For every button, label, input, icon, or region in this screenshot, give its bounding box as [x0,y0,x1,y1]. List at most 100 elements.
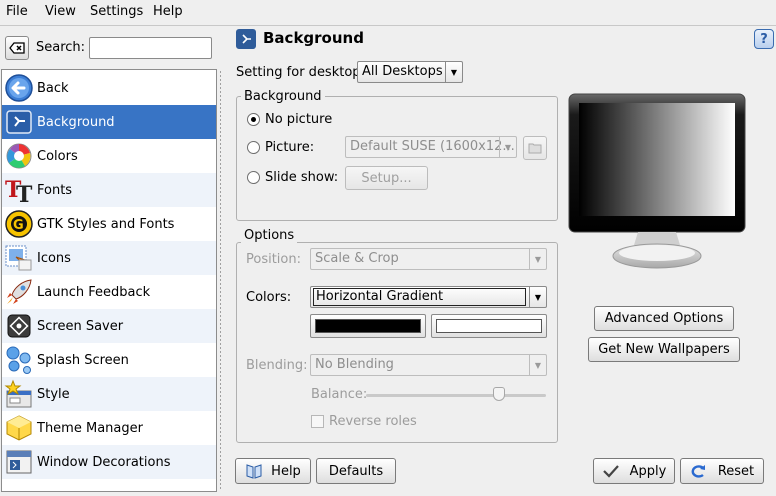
sidebar-item-label: Back [37,80,69,96]
setup-button[interactable]: Setup... [345,166,428,190]
menu-divider [0,25,776,26]
sidebar-item-label: Splash Screen [37,352,129,368]
blending-label: Blending: [246,358,308,373]
back-arrow-icon [3,72,35,104]
whats-this-help-icon[interactable]: ? [754,29,774,49]
blending-select[interactable]: No Blending ▼ [310,354,547,376]
defaults-button[interactable]: Defaults [316,458,396,484]
sidebar-item-label: Launch Feedback [37,284,151,300]
blending-select-value: No Blending [315,357,394,372]
sidebar-list: Back Background Colors TT Fonts G GTK St… [1,69,217,492]
no-picture-label[interactable]: No picture [265,112,332,127]
chevron-down-icon: ▼ [529,355,546,375]
help-button-label: Help [271,463,301,479]
reverse-roles-checkbox[interactable] [311,415,324,428]
browse-picture-button[interactable] [523,136,547,160]
svg-text:T: T [16,182,33,205]
sidebar-item-label: Fonts [37,182,73,198]
sidebar-item-label: Colors [37,148,78,164]
reverse-roles-label[interactable]: Reverse roles [329,414,417,429]
sidebar-item-icons[interactable]: Icons [2,241,216,275]
background-header-icon [236,29,256,49]
primary-color-swatch [315,319,421,333]
desktop-label: Setting for desktop: [236,65,365,80]
clear-search-button[interactable] [5,36,29,60]
chevron-down-icon: ▼ [445,62,462,82]
apply-button-label: Apply [629,463,667,479]
menu-help[interactable]: Help [153,4,183,19]
sidebar-item-label: Theme Manager [37,420,143,436]
menu-view[interactable]: View [45,4,76,19]
sidebar-item-launch-feedback[interactable]: Launch Feedback [2,275,216,309]
sidebar-item-label: Icons [37,250,71,266]
fonts-icon: TT [3,174,35,206]
theme-icon [3,412,35,444]
advanced-options-button[interactable]: Advanced Options [594,306,734,331]
sidebar-item-label: Window Decorations [37,454,171,470]
sidebar-item-style[interactable]: Style [2,377,216,411]
background-icon [3,106,35,138]
help-button[interactable]: Help [235,458,311,484]
balance-slider-handle[interactable] [493,387,506,401]
sidebar-item-label: GTK Styles and Fonts [37,216,175,232]
window-decorations-icon [3,446,35,478]
colors-select-value: Horizontal Gradient [313,288,526,306]
gtk-icon: G [3,208,35,240]
chevron-down-icon: ▼ [529,287,546,307]
picture-select-value: Default SUSE (1600x12... [350,139,515,154]
sidebar-item-back[interactable]: Back [2,71,216,105]
page-title: Background [263,29,364,47]
menu-settings[interactable]: Settings [90,4,143,19]
checkmark-icon [602,465,619,478]
sidebar-item-gtk[interactable]: G GTK Styles and Fonts [2,207,216,241]
balance-slider-track[interactable] [366,394,546,397]
splash-icon [3,344,35,376]
desktop-select-value: All Desktops [362,64,443,79]
sidebar-item-theme-manager[interactable]: Theme Manager [2,411,216,445]
apply-button[interactable]: Apply [593,458,675,484]
menu-file[interactable]: File [6,4,28,19]
icons-icon [3,242,35,274]
get-new-wallpapers-button[interactable]: Get New Wallpapers [588,337,740,362]
no-picture-radio[interactable] [247,113,260,126]
sidebar-item-label: Screen Saver [37,318,124,334]
svg-text:G: G [13,218,24,233]
sidebar-item-label: Background [37,114,115,130]
options-group-title: Options [241,228,298,243]
slideshow-label[interactable]: Slide show: [265,170,338,185]
sidebar-item-fonts[interactable]: TT Fonts [2,173,216,207]
sidebar-item-window-decorations[interactable]: Window Decorations [2,445,216,479]
position-select-value: Scale & Crop [315,251,399,266]
picture-radio[interactable] [247,141,260,154]
reset-icon [691,465,705,478]
search-input[interactable] [89,37,212,59]
menu-bar: File View Settings Help [0,0,776,24]
colors-label: Colors: [246,290,292,305]
folder-icon [528,143,542,154]
picture-label[interactable]: Picture: [265,140,314,155]
picture-select[interactable]: Default SUSE (1600x12... ▼ [345,136,517,158]
sidebar-item-label: Style [37,386,70,402]
sidebar-item-splash-screen[interactable]: Splash Screen [2,343,216,377]
secondary-color-button[interactable] [431,314,547,338]
search-label: Search: [36,40,86,55]
splitter-handle[interactable] [219,70,222,490]
options-group [236,242,558,443]
sidebar-item-screen-saver[interactable]: Screen Saver [2,309,216,343]
chevron-down-icon: ▼ [529,249,546,269]
sidebar-item-background[interactable]: Background [2,105,216,139]
reset-button-label: Reset [717,463,755,479]
slideshow-radio[interactable] [247,171,260,184]
help-book-icon [246,464,262,479]
position-select[interactable]: Scale & Crop ▼ [310,248,547,270]
reset-button[interactable]: Reset [680,458,764,484]
primary-color-button[interactable] [310,314,426,338]
chevron-down-icon: ▼ [499,137,516,157]
colors-select[interactable]: Horizontal Gradient ▼ [310,286,547,308]
balance-label: Balance: [311,387,368,402]
background-group-title: Background [241,89,325,104]
sidebar-item-colors[interactable]: Colors [2,139,216,173]
colors-icon [3,140,35,172]
desktop-select[interactable]: All Desktops ▼ [357,61,463,83]
secondary-color-swatch [436,319,542,333]
